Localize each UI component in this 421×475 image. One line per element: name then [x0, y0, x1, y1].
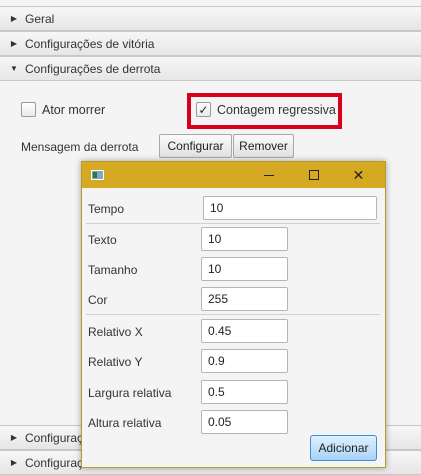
maximize-icon: [308, 170, 319, 180]
checkbox-box[interactable]: [21, 102, 36, 117]
accordion-header-label: Configurações de vitória: [25, 36, 155, 51]
relativo-y-label: Relativo Y: [88, 355, 143, 369]
chevron-right-icon: ▶: [10, 433, 18, 442]
mensagem-derrota-label: Mensagem da derrota: [21, 140, 139, 154]
app-icon: [91, 170, 104, 180]
remover-button[interactable]: Remover: [233, 134, 294, 158]
separator: [86, 314, 380, 315]
accordion-header-vitoria[interactable]: ▶ Configurações de vitória: [0, 31, 421, 56]
tamanho-field[interactable]: [201, 257, 288, 281]
accordion-header-label: Geral: [25, 11, 55, 26]
dialog-titlebar[interactable]: ✕: [82, 162, 385, 188]
adicionar-button[interactable]: Adicionar: [310, 435, 377, 461]
largura-relativa-field[interactable]: [201, 380, 288, 404]
chevron-right-icon: ▶: [10, 458, 18, 467]
accordion-header-derrota[interactable]: ▼ Configurações de derrota: [0, 56, 421, 81]
checkbox-label: Ator morrer: [42, 102, 106, 117]
cor-label: Cor: [88, 293, 108, 307]
cor-field[interactable]: [201, 287, 288, 311]
tempo-label: Tempo: [88, 202, 125, 216]
close-button[interactable]: ✕: [336, 162, 381, 188]
tempo-field[interactable]: [203, 196, 377, 220]
texto-field[interactable]: [201, 227, 288, 251]
chevron-right-icon: ▶: [10, 39, 18, 48]
ator-morrer-checkbox[interactable]: Ator morrer: [21, 102, 105, 117]
relativo-y-field[interactable]: [201, 349, 288, 373]
relativo-x-field[interactable]: [201, 319, 288, 343]
accordion-header-label: Configurações de derrota: [25, 61, 161, 76]
configurar-button[interactable]: Configurar: [159, 134, 232, 158]
altura-relativa-label: Altura relativa: [88, 416, 162, 430]
relativo-x-label: Relativo X: [88, 325, 143, 339]
tamanho-label: Tamanho: [88, 263, 138, 277]
minimize-icon: [263, 174, 274, 176]
maximize-button[interactable]: [291, 162, 336, 188]
minimize-button[interactable]: [246, 162, 291, 188]
accordion-header-geral[interactable]: ▶ Geral: [0, 6, 421, 31]
chevron-down-icon: ▼: [10, 64, 18, 73]
largura-relativa-label: Largura relativa: [88, 386, 172, 400]
close-icon: ✕: [352, 166, 365, 183]
chevron-right-icon: ▶: [10, 14, 18, 23]
texto-label: Texto: [88, 233, 117, 247]
altura-relativa-field[interactable]: [201, 410, 288, 434]
message-config-dialog: ✕ Tempo Texto Tamanho Cor Relativo X Rel…: [81, 161, 386, 468]
highlight-box: [187, 93, 342, 129]
separator: [86, 223, 380, 224]
